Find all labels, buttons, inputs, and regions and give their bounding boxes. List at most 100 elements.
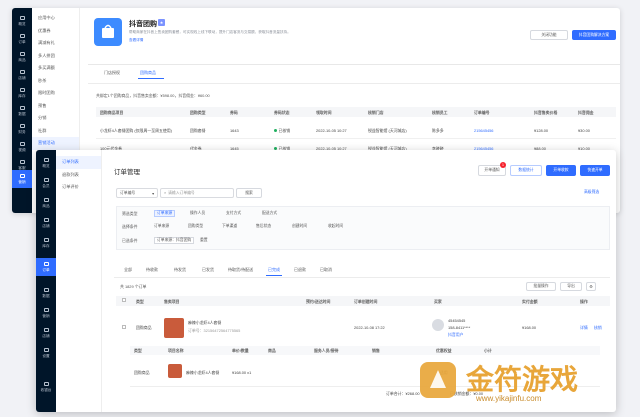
order-detail-link[interactable]: 详情 — [580, 325, 588, 331]
sidebar-item-data[interactable]: 数据 — [12, 102, 32, 120]
solution-button[interactable]: 抖音团购解决方案 — [572, 30, 616, 40]
reset-filters-link[interactable]: 重置 — [200, 238, 208, 243]
search-input[interactable]: ⌕ 请输入订单编号 — [160, 188, 234, 198]
condition-group-type[interactable]: 团购类型 — [188, 224, 203, 229]
order-count: 共 1829 个订单 — [120, 284, 147, 289]
sidebar-item-video[interactable]: 视频 — [12, 138, 32, 156]
submenu-distribution[interactable]: 分销 — [32, 112, 79, 125]
submenu-group[interactable]: 多人拼团 — [32, 50, 79, 63]
filter-chip-operator[interactable]: 操作人员 — [190, 211, 205, 216]
order-item-name[interactable]: 麻辣小龙虾4人套餐 — [188, 320, 221, 326]
col-order-no: 订单编号 — [474, 110, 490, 115]
submenu-presale[interactable]: 预售 — [32, 100, 79, 113]
select-all-checkbox[interactable] — [122, 298, 126, 302]
export-button[interactable]: 导出 — [560, 282, 582, 291]
selected-condition-tag[interactable]: 订单来源：抖音团购 — [154, 237, 195, 244]
condition-after-sale[interactable]: 售后状态 — [256, 224, 271, 229]
app-title: 抖音团购 — [129, 21, 157, 28]
status-tab-refunded[interactable]: 已退款 — [294, 267, 306, 273]
status-tab-all[interactable]: 全部 — [124, 267, 132, 273]
order-row-checkbox[interactable] — [122, 325, 126, 329]
submenu-community[interactable]: 社群 — [32, 125, 79, 138]
row1-status: 已核销 — [274, 128, 290, 134]
sidebar-item-shop[interactable]: 店铺 — [12, 66, 32, 84]
stats-button[interactable]: 数据统计 — [510, 165, 542, 176]
submenu-order-review[interactable]: 订单评价 — [56, 181, 101, 194]
app-more-link[interactable]: 查看详情 — [129, 38, 143, 43]
row1-store: 锐益智能馆 (天河城店) — [368, 128, 407, 133]
status-tab-completed[interactable]: 已完成 — [268, 267, 280, 273]
status-tab-to-ship[interactable]: 待发货 — [174, 267, 186, 273]
status-tab-indicator — [266, 275, 282, 276]
sidebar-item-marketing[interactable]: 营销 — [12, 170, 32, 188]
col-price: 抖音售卖价格 — [534, 110, 558, 115]
detail-thumbnail — [168, 364, 182, 378]
marketing-icon — [43, 307, 49, 312]
sidebar-item-orders[interactable]: 订单 — [12, 30, 32, 48]
f-sidebar-store[interactable]: 店铺 — [36, 324, 56, 342]
status-tab-pickup[interactable]: 待取货/待配送 — [228, 267, 253, 273]
f-sidebar-overview[interactable]: 概览 — [36, 154, 56, 172]
orders-icon — [19, 33, 25, 38]
order-total: 订单合计：¥268.00 — [386, 391, 420, 396]
submenu-multi-buy[interactable]: 多买满额 — [32, 62, 79, 75]
sidebar-item-finance[interactable]: 财务 — [12, 120, 32, 138]
condition-created[interactable]: 创建时间 — [292, 224, 307, 229]
notice-badge: 1 — [500, 162, 506, 168]
f-sidebar-cashier[interactable]: 收银台 — [36, 378, 56, 396]
col-amount: 实付金额 — [522, 299, 538, 304]
f-sidebar-marketing[interactable]: 营销 — [36, 304, 56, 322]
submenu-coupon[interactable]: 优惠券 — [32, 25, 79, 38]
advanced-filter-toggle[interactable]: 高级筛选 — [584, 190, 599, 195]
sidebar-item-overview[interactable]: 概览 — [12, 12, 32, 30]
condition-source[interactable]: 订单来源 — [154, 224, 169, 229]
f-sidebar-shop[interactable]: 店铺 — [36, 214, 56, 232]
condition-channel[interactable]: 下单渠道 — [222, 224, 237, 229]
condition-collapse[interactable]: 收起时间 — [328, 224, 343, 229]
video-icon — [19, 141, 25, 146]
f-sidebar-member[interactable]: 会员 — [36, 174, 56, 192]
submenu-full-reduce[interactable]: 满减有礼 — [32, 37, 79, 50]
f-sidebar-settings[interactable]: 设置 — [36, 344, 56, 362]
search-type-select[interactable]: 订单编号 ▾ — [116, 188, 158, 198]
f-sidebar-data[interactable]: 数据 — [36, 284, 56, 302]
f-sidebar-goods[interactable]: 商品 — [36, 194, 56, 212]
stock-icon — [19, 87, 25, 92]
submenu-app-center[interactable]: 应用中心 — [32, 12, 79, 25]
active-tab-indicator — [138, 78, 164, 79]
sidebar-item-goods[interactable]: 商品 — [12, 48, 32, 66]
submenu-activities[interactable]: 营销活动 — [32, 137, 79, 150]
detail-col-staff: 服务人员/接待 — [314, 348, 339, 353]
app-description: 帮助商家在抖音上售卖团购套餐，可实现线上线下联动，提升门店客流与交易额，获取抖音… — [129, 30, 291, 34]
tab-store-auth[interactable]: 门店授权 — [104, 70, 120, 76]
close-feature-button[interactable]: 关闭功能 — [530, 30, 568, 40]
settings-gear-button[interactable]: ⚙ — [586, 282, 596, 291]
new-order-button[interactable]: 开单收款 — [546, 165, 576, 176]
douyin-group-app-icon — [94, 18, 122, 46]
row1-time: 2022-10-05 10:27 — [316, 128, 347, 133]
status-tab-cancelled[interactable]: 已取消 — [320, 267, 332, 273]
submenu-limited-group[interactable]: 限时团购 — [32, 87, 79, 100]
order-submenu: 订单列表 退款列表 订单评价 — [56, 150, 102, 412]
submenu-refund-list[interactable]: 退款列表 — [56, 169, 101, 182]
filter-chip-payment[interactable]: 支付方式 — [226, 211, 241, 216]
quick-order-button[interactable]: 快速开单 — [580, 165, 610, 176]
order-verify-link[interactable]: 核销 — [594, 325, 602, 331]
submenu-seckill[interactable]: 秒杀 — [32, 75, 79, 88]
overview-icon — [19, 15, 25, 20]
tab-group-goods[interactable]: 团购商品 — [140, 70, 156, 76]
row1-order-link[interactable]: 215645456 — [474, 128, 493, 133]
detail-col-name: 项目名称 — [168, 348, 184, 353]
sidebar-item-stock[interactable]: 库存 — [12, 84, 32, 102]
solution-label: 抖音团购解决方案 — [578, 32, 610, 37]
filter-chip-delivery[interactable]: 配送方式 — [262, 211, 277, 216]
search-button[interactable]: 搜索 — [236, 188, 262, 198]
status-tab-shipped[interactable]: 已发货 — [202, 267, 214, 273]
filter-chip-source[interactable]: 订单来源 — [154, 210, 176, 217]
submenu-order-list[interactable]: 订单列表 — [56, 156, 101, 169]
f-sidebar-orders[interactable]: 订单 — [36, 258, 56, 276]
col-item: 团购商品项目 — [100, 110, 124, 115]
status-tab-unpaid[interactable]: 待收款 — [146, 267, 158, 273]
f-sidebar-stock[interactable]: 库存 — [36, 234, 56, 252]
batch-operation-button[interactable]: 批量操作 — [526, 282, 556, 291]
